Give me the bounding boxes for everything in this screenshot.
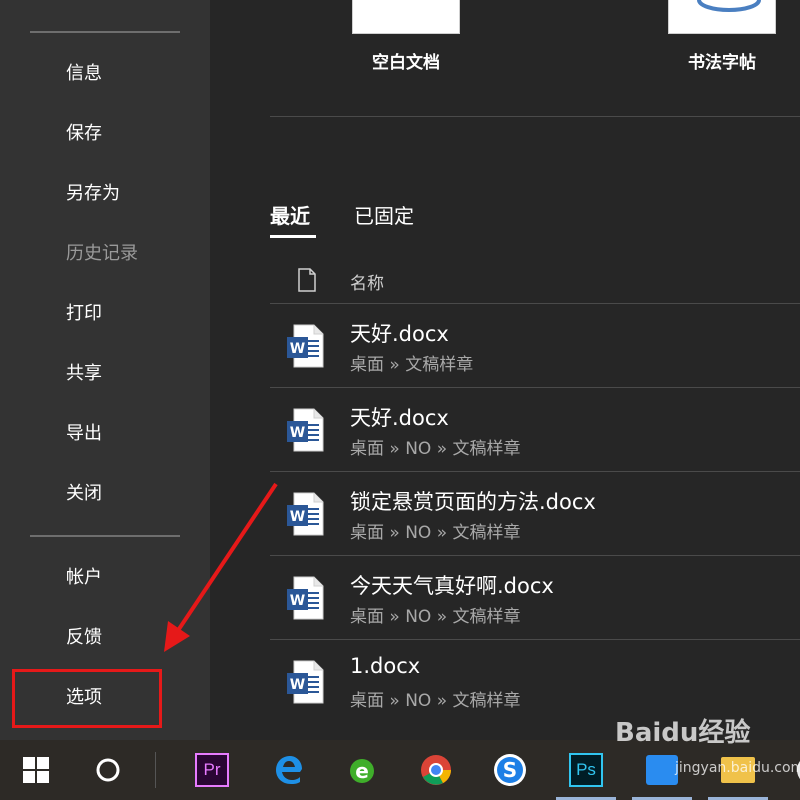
baidu-watermark: Baidu经验 [615,718,751,748]
taskbar-premiere-pro[interactable]: Pr [182,740,242,800]
windows-start-icon [23,757,49,783]
svg-text:e: e [355,759,369,783]
taskbar-ie[interactable]: e [332,740,392,800]
start-button[interactable] [6,740,66,800]
photoshop-icon: Ps [569,753,603,787]
annotation-arrow-icon [164,482,278,652]
ps-label: Ps [576,760,596,779]
premiere-pro-icon: Pr [195,753,229,787]
edge-icon [276,756,302,784]
pr-label: Pr [203,760,221,779]
svg-text:S: S [503,758,517,782]
taskbar-sogou[interactable]: S [480,740,540,800]
baidu-watermark-url: jingyan.baidu.com [675,760,800,776]
ie-icon: e [350,759,374,783]
app-icon [646,755,678,785]
taskbar-chrome[interactable] [406,740,466,800]
sogou-icon: S [494,754,526,786]
taskbar-separator [155,752,156,788]
taskbar-edge[interactable] [258,740,318,800]
chrome-icon [421,755,451,785]
taskbar-photoshop[interactable]: Ps [556,740,616,800]
cortana-icon [96,758,120,782]
cortana-button[interactable] [78,740,138,800]
